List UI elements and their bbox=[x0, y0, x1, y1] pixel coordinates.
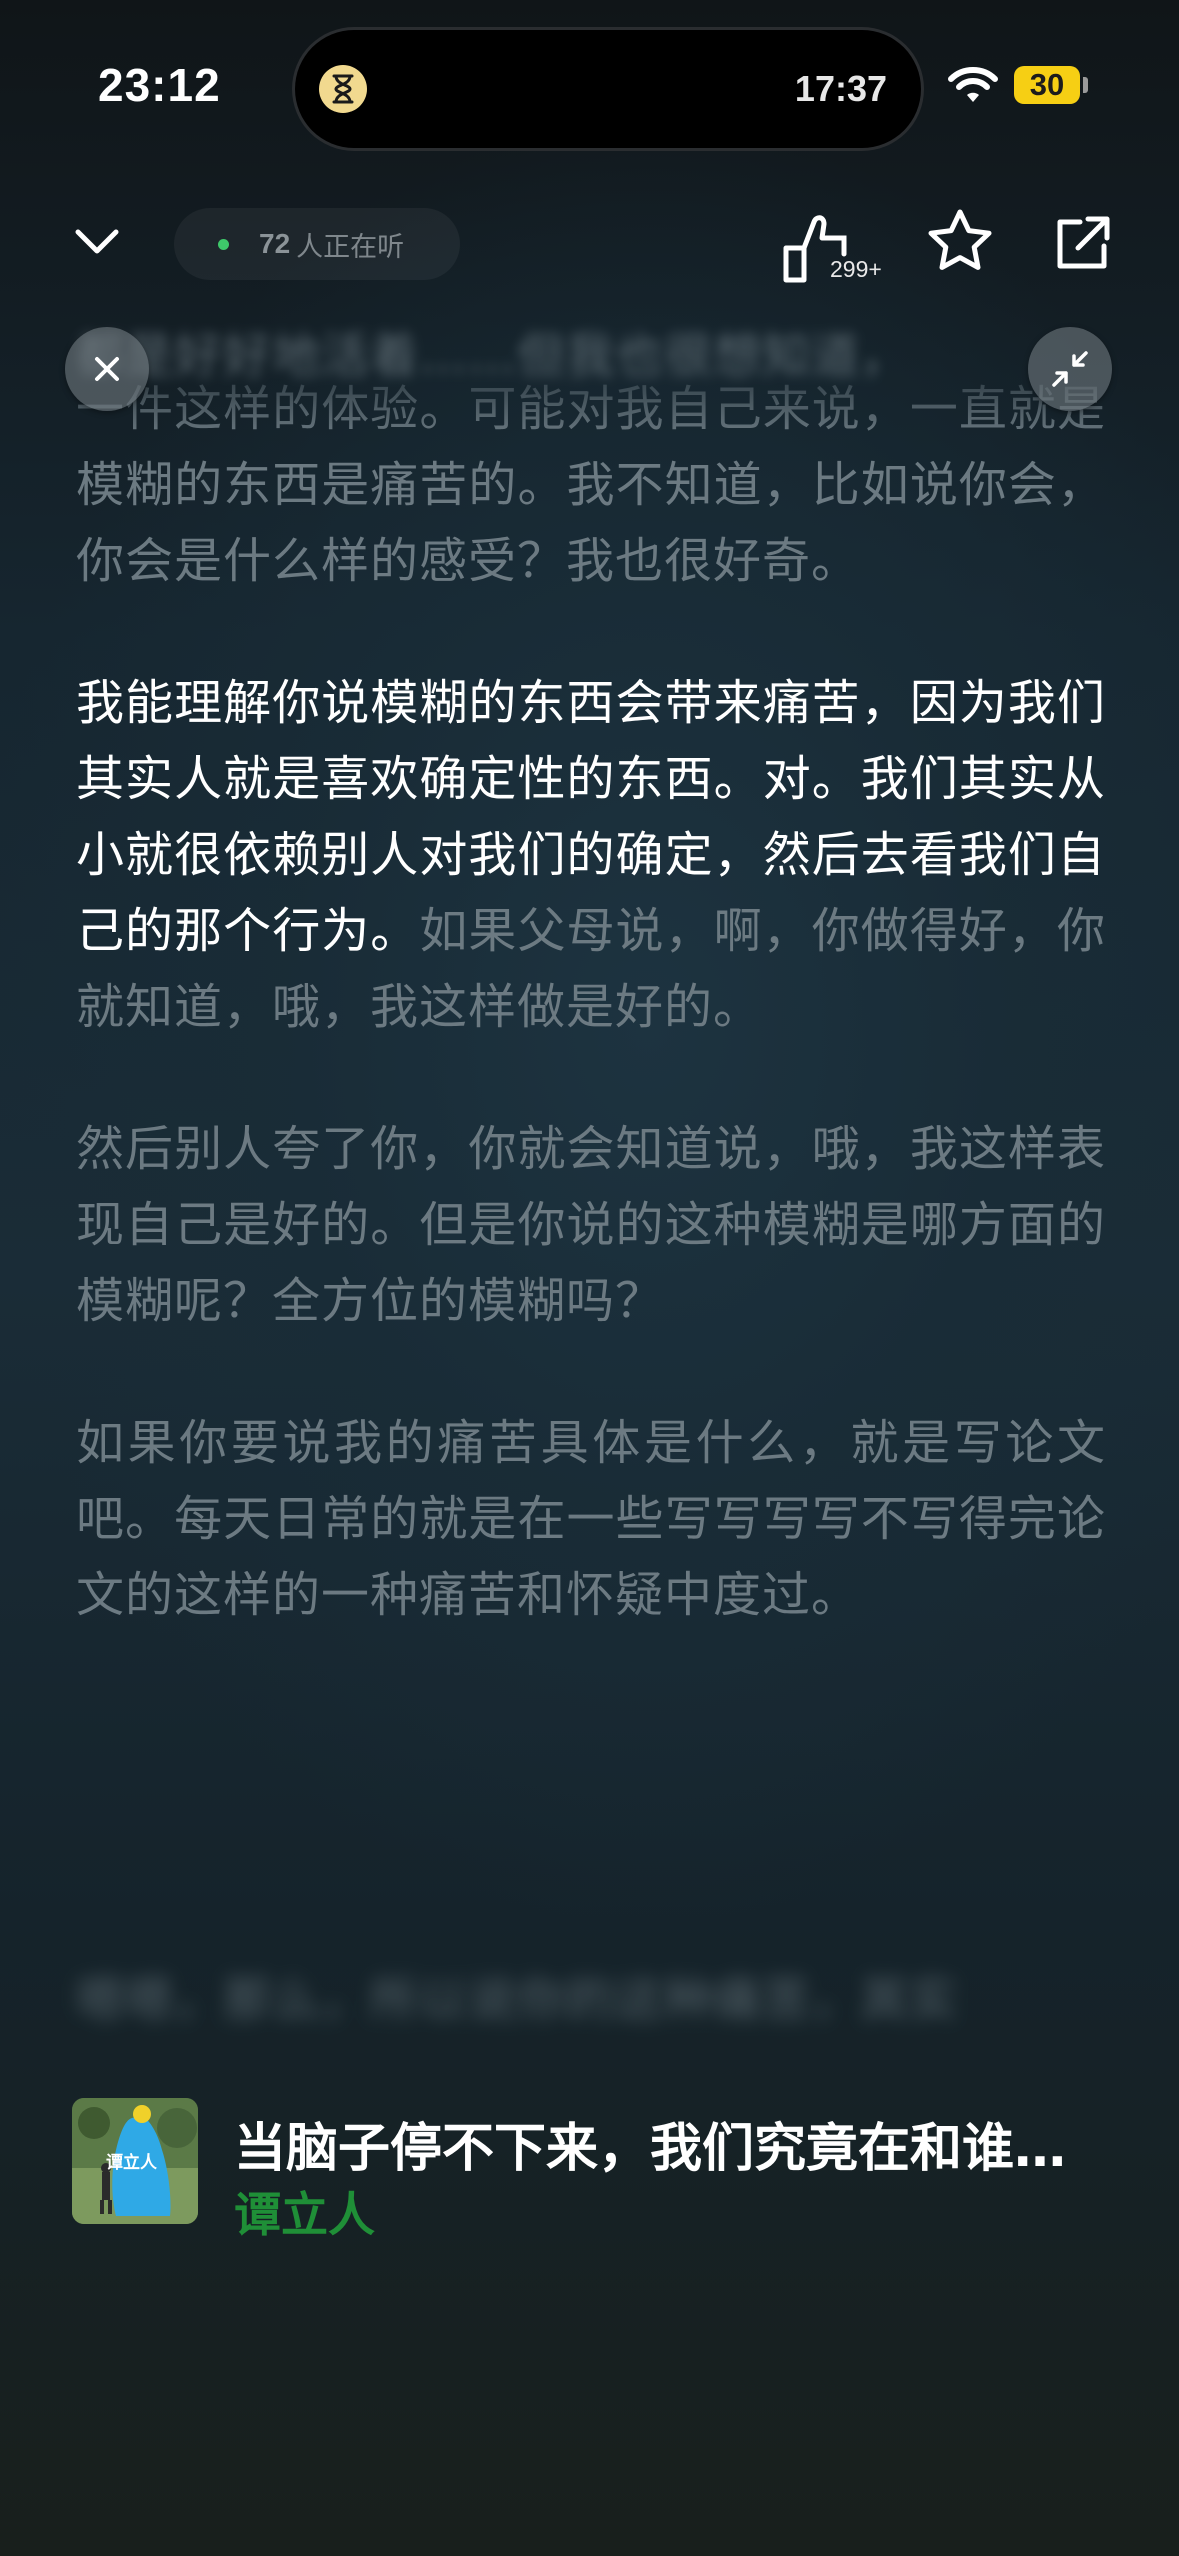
share-icon[interactable] bbox=[1054, 214, 1112, 272]
episode-cover[interactable]: 谭立人 bbox=[72, 2098, 198, 2224]
like-count: 299+ bbox=[830, 256, 882, 282]
status-time: 23:12 bbox=[98, 59, 221, 111]
island-timer: 17:37 bbox=[794, 68, 887, 109]
live-dot-icon bbox=[218, 238, 229, 250]
transcript: 一件这样的体验。可能对我自己来说，一直就是模糊的东西是痛苦的。我不知道，比如说你… bbox=[76, 295, 1106, 1699]
cover-text: 谭立人 bbox=[106, 2153, 157, 2173]
wifi-icon bbox=[948, 67, 998, 102]
transcript-paragraph-past[interactable]: 一件这样的体验。可能对我自己来说，一直就是模糊的东西是痛苦的。我不知道，比如说你… bbox=[76, 371, 1106, 599]
close-icon bbox=[95, 357, 119, 381]
star-icon[interactable] bbox=[926, 208, 994, 274]
episode-author[interactable]: 谭立人 bbox=[234, 2176, 375, 2245]
episode-title[interactable]: 当脑子停不下来，我们究竟在和谁… bbox=[234, 2106, 1114, 2181]
battery-tip bbox=[1083, 77, 1088, 93]
listeners-count: 72 bbox=[259, 228, 291, 259]
battery-indicator: 30 bbox=[1014, 66, 1080, 104]
live-listeners-pill: 72 人正在听 bbox=[174, 208, 460, 280]
episode-card[interactable]: 谭立人 当脑子停不下来，我们究竟在和谁… 谭立人 bbox=[72, 2098, 1114, 2243]
dynamic-island[interactable]: 17:37 bbox=[295, 30, 921, 148]
blurred-next-text: 嗯嗯，那么，所以说你的这种痛苦，其实 bbox=[76, 1972, 959, 2028]
shrink-arrows-icon bbox=[1052, 351, 1088, 387]
hourglass-icon bbox=[319, 65, 367, 113]
transcript-paragraph-next[interactable]: 如果你要说我的痛苦具体是什么，就是写论文吧。每天日常的就是在一些写写写写不写得完… bbox=[76, 1405, 1106, 1633]
chevron-down-icon[interactable] bbox=[72, 222, 122, 262]
listeners-label: 人正在听 bbox=[296, 231, 405, 263]
minimize-button[interactable] bbox=[1028, 327, 1112, 411]
transcript-paragraph-next[interactable]: 然后别人夸了你，你就会知道说，哦，我这样表现自己是好的。但是你说的这种模糊是哪方… bbox=[76, 1111, 1106, 1339]
close-button[interactable] bbox=[65, 327, 149, 411]
transcript-paragraph-current[interactable]: 我能理解你说模糊的东西会带来痛苦，因为我们其实人就是喜欢确定性的东西。对。我们其… bbox=[76, 665, 1106, 1045]
